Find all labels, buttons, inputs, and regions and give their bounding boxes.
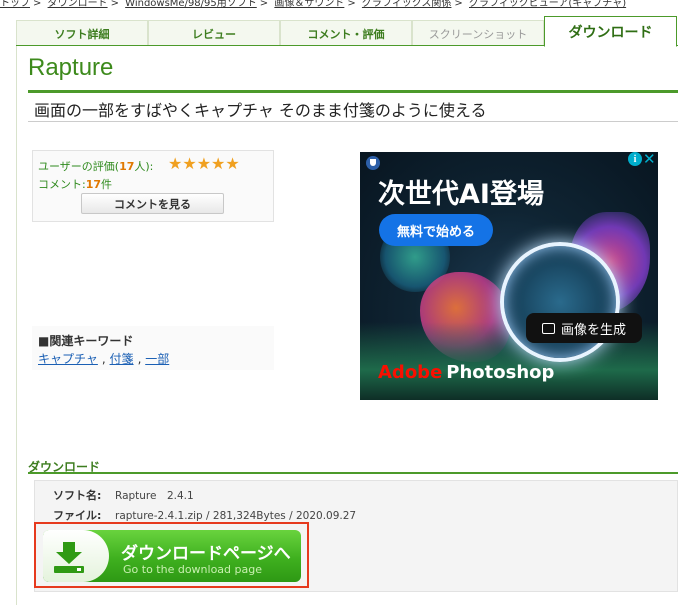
tab-bar: ソフト詳細 レビュー コメント・評価 スクリーンショット ダウンロード [16, 16, 678, 47]
ad-brand: Adobe Photoshop [378, 362, 554, 383]
comment-count-value: 17 [85, 178, 102, 191]
download-page-button-label: ダウンロードページへ [121, 544, 291, 564]
ad-headline: 次世代AI登場 [378, 179, 544, 210]
ad-info-icon[interactable]: i [628, 152, 642, 166]
tab-screenshot: スクリーンショット [412, 20, 544, 46]
ad-start-free-button[interactable]: 無料で始める [379, 214, 493, 246]
breadcrumb: トップ > ダウンロード > WindowsMe/98/95用ソフト > 画像＆サウン… [0, 0, 627, 8]
breadcrumb-link-top[interactable]: トップ [0, 0, 30, 8]
software-tagline: 画面の一部をすばやくキャプチャ そのまま付箋のように使える [34, 101, 487, 120]
ad-generate-image-button[interactable]: 画像を生成 [526, 313, 642, 343]
keyword-link-sticky-note[interactable]: 付箋 [110, 352, 134, 366]
page-title: Rapture [28, 54, 114, 81]
download-section-divider [28, 472, 678, 474]
see-comments-button[interactable]: コメントを見る [81, 193, 224, 214]
related-keywords-list: キャプチャ, 付箋, 一部 [38, 352, 170, 366]
comment-count: コメント:17件 [38, 176, 112, 192]
user-rating: ユーザーの評価(17人): [38, 158, 153, 174]
advertisement-banner[interactable]: i ✕ 次世代AI登場 無料で始める 画像を生成 Adobe Photoshop [360, 152, 658, 400]
title-divider [28, 90, 678, 93]
ad-close-icon[interactable]: ✕ [643, 152, 656, 168]
user-rating-count: 17 [119, 160, 135, 173]
ad-portal-image [500, 242, 620, 362]
breadcrumb-link-graphic-viewer[interactable]: グラフィックビューア(キャプチャ) [469, 0, 626, 8]
breadcrumb-link-windows-me[interactable]: WindowsMe/98/95用ソフト [125, 0, 257, 8]
file-info-value: rapture-2.4.1.zip / 281,324Bytes / 2020.… [115, 510, 357, 522]
software-name-value: Rapture 2.4.1 [115, 490, 194, 502]
tagline-divider [28, 121, 678, 122]
tab-comments-ratings[interactable]: コメント・評価 [280, 20, 412, 46]
related-keywords: ■関連キーワード キャプチャ, 付箋, 一部 [32, 326, 274, 370]
tab-review[interactable]: レビュー [148, 20, 280, 46]
file-info-row: ファイル: rapture-2.4.1.zip / 281,324Bytes / … [53, 507, 356, 523]
ad-shield-icon [366, 156, 380, 170]
download-icon [54, 542, 84, 573]
download-page-button[interactable]: ダウンロードページへ Go to the download page [43, 530, 301, 582]
tab-download[interactable]: ダウンロード [544, 16, 677, 47]
rating-panel: ユーザーの評価(17人): ★★★★★ コメント:17件 コメントを見る [32, 150, 274, 222]
breadcrumb-link-image-sound[interactable]: 画像＆サウンド [274, 0, 344, 8]
rating-stars-icon: ★★★★★ [168, 154, 240, 173]
adobe-logo-text: Adobe [378, 362, 443, 383]
download-page-button-sublabel: Go to the download page [123, 563, 262, 576]
comment-count-label: コメント: [38, 178, 86, 191]
software-name-row: ソフト名: Rapture 2.4.1 [53, 487, 194, 503]
related-keywords-heading: ■関連キーワード [38, 334, 134, 348]
keyword-link-capture[interactable]: キャプチャ [38, 352, 98, 366]
user-rating-label-suffix: 人): [134, 160, 154, 173]
file-label: ファイル: [53, 509, 102, 522]
tab-software-details[interactable]: ソフト詳細 [16, 20, 148, 46]
breadcrumb-link-download[interactable]: ダウンロード [48, 0, 108, 8]
software-name-label: ソフト名: [53, 489, 102, 502]
image-generate-icon [541, 322, 555, 334]
user-rating-label: ユーザーの評価( [38, 160, 120, 173]
ad-generate-image-label: 画像を生成 [560, 322, 626, 338]
comment-count-suffix: 件 [101, 178, 113, 191]
keyword-link-part[interactable]: 一部 [145, 352, 169, 366]
photoshop-logo-text: Photoshop [446, 362, 555, 383]
breadcrumb-link-graphics[interactable]: グラフィックス関係 [362, 0, 452, 8]
content-left-border [16, 46, 17, 605]
